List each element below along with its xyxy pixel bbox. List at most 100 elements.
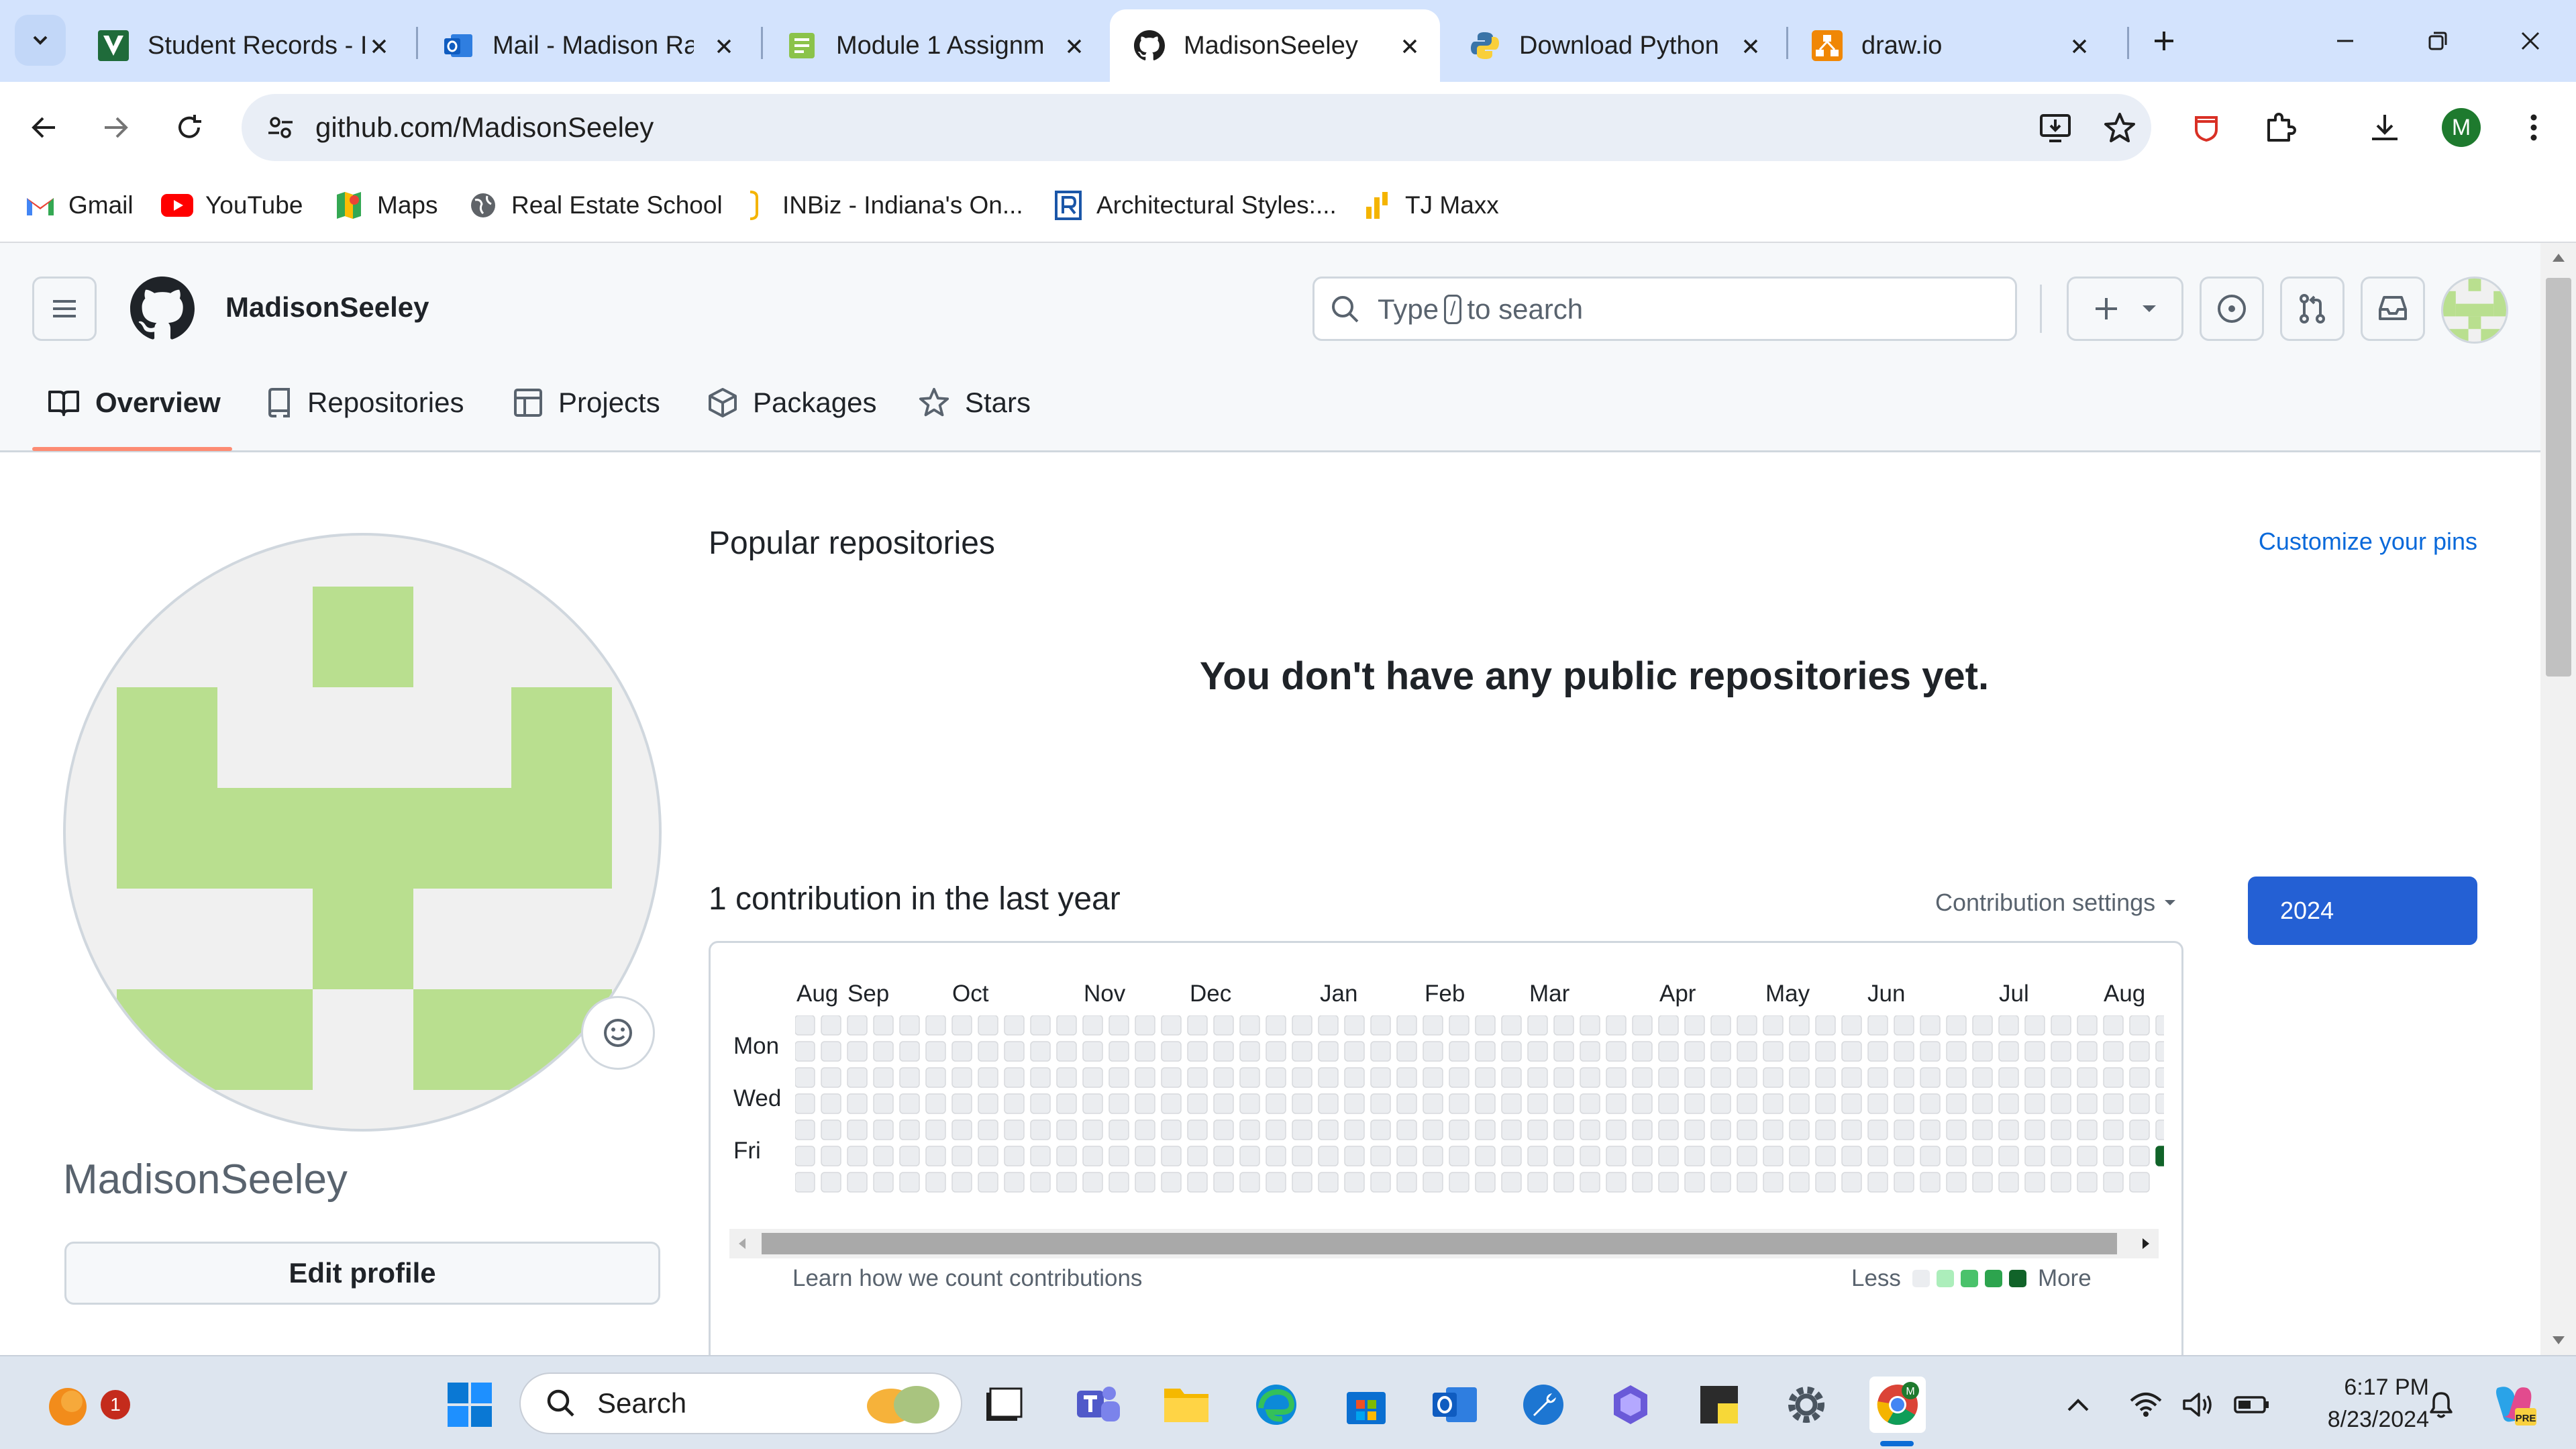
- contribution-day[interactable]: [1841, 1067, 1862, 1088]
- contribution-day[interactable]: [1449, 1067, 1470, 1088]
- contribution-day[interactable]: [1318, 1041, 1339, 1062]
- contribution-day[interactable]: [1109, 1015, 1129, 1036]
- contribution-day[interactable]: [1239, 1015, 1260, 1036]
- contribution-day[interactable]: [899, 1146, 920, 1166]
- contribution-day[interactable]: [1187, 1015, 1208, 1036]
- sticky-notes-button[interactable]: [1691, 1377, 1747, 1433]
- set-status-button[interactable]: [581, 996, 655, 1070]
- contribution-day[interactable]: [1501, 1093, 1522, 1114]
- contribution-day[interactable]: [1920, 1041, 1941, 1062]
- nav-tab-stars[interactable]: Stars: [918, 376, 1031, 430]
- contribution-day[interactable]: [1527, 1041, 1548, 1062]
- contribution-day[interactable]: [1658, 1015, 1679, 1036]
- contribution-day[interactable]: [1815, 1015, 1836, 1036]
- contribution-day[interactable]: [1553, 1119, 1574, 1140]
- contribution-day[interactable]: [1161, 1119, 1182, 1140]
- contribution-day[interactable]: [1292, 1015, 1312, 1036]
- contribution-day[interactable]: [1815, 1041, 1836, 1062]
- contribution-day[interactable]: [899, 1119, 920, 1140]
- contribution-day[interactable]: [1004, 1146, 1025, 1166]
- contribution-day[interactable]: [951, 1146, 972, 1166]
- contribution-day[interactable]: [1894, 1119, 1914, 1140]
- contribution-day[interactable]: [1527, 1119, 1548, 1140]
- close-icon[interactable]: [1739, 35, 1762, 58]
- contribution-day[interactable]: [1894, 1067, 1914, 1088]
- contribution-day[interactable]: [1056, 1172, 1077, 1193]
- contribution-day[interactable]: [1449, 1093, 1470, 1114]
- contribution-day[interactable]: [1004, 1119, 1025, 1140]
- contribution-day[interactable]: [2129, 1119, 2150, 1140]
- minimize-button[interactable]: [2322, 17, 2369, 64]
- contribution-day[interactable]: [1135, 1146, 1155, 1166]
- remote-tool-button[interactable]: [1515, 1377, 1572, 1433]
- close-icon[interactable]: [368, 35, 391, 58]
- contribution-day[interactable]: [1684, 1172, 1705, 1193]
- contribution-day[interactable]: [1292, 1172, 1312, 1193]
- contribution-day[interactable]: [1606, 1067, 1627, 1088]
- contribution-day[interactable]: [2155, 1067, 2164, 1088]
- contribution-day[interactable]: [925, 1067, 946, 1088]
- contribution-day[interactable]: [1501, 1119, 1522, 1140]
- copilot-app-button[interactable]: [1602, 1377, 1659, 1433]
- scrollbar-thumb[interactable]: [2546, 278, 2571, 677]
- tab-module-assignment[interactable]: Module 1 Assignm: [762, 9, 1104, 82]
- github-logo-icon[interactable]: [130, 277, 195, 341]
- contribution-day[interactable]: [1867, 1041, 1888, 1062]
- contribution-day[interactable]: [978, 1093, 998, 1114]
- contribution-day[interactable]: [795, 1119, 815, 1140]
- contribution-day[interactable]: [2155, 1041, 2164, 1062]
- contribution-day[interactable]: [847, 1093, 868, 1114]
- contribution-day[interactable]: [1056, 1146, 1077, 1166]
- nav-tab-packages[interactable]: Packages: [707, 376, 876, 430]
- contribution-day[interactable]: [1658, 1041, 1679, 1062]
- contribution-day[interactable]: [1789, 1067, 1810, 1088]
- contribution-day[interactable]: [1920, 1146, 1941, 1166]
- contribution-day[interactable]: [2155, 1015, 2164, 1036]
- contribution-day[interactable]: [1318, 1067, 1339, 1088]
- contribution-day[interactable]: [1370, 1041, 1391, 1062]
- contribution-day[interactable]: [1475, 1172, 1496, 1193]
- contribution-day[interactable]: [1266, 1172, 1286, 1193]
- contribution-day[interactable]: [1109, 1119, 1129, 1140]
- contribution-day[interactable]: [1370, 1093, 1391, 1114]
- contribution-day[interactable]: [1135, 1093, 1155, 1114]
- contribution-day[interactable]: [1841, 1093, 1862, 1114]
- contribution-day[interactable]: [1344, 1093, 1365, 1114]
- contribution-day[interactable]: [1082, 1041, 1103, 1062]
- contribution-day[interactable]: [1292, 1041, 1312, 1062]
- contribution-day[interactable]: [1082, 1119, 1103, 1140]
- contribution-day[interactable]: [873, 1015, 894, 1036]
- contribution-day[interactable]: [1737, 1093, 1757, 1114]
- nav-tab-overview[interactable]: Overview: [47, 376, 221, 430]
- contribution-day[interactable]: [1344, 1119, 1365, 1140]
- header-username-link[interactable]: MadisonSeeley: [225, 291, 429, 323]
- contribution-day[interactable]: [1056, 1067, 1077, 1088]
- contribution-day[interactable]: [1370, 1119, 1391, 1140]
- contribution-day[interactable]: [1292, 1093, 1312, 1114]
- contribution-day[interactable]: [1030, 1146, 1051, 1166]
- contribution-day[interactable]: [1030, 1172, 1051, 1193]
- contribution-day[interactable]: [847, 1041, 868, 1062]
- contribution-day[interactable]: [1239, 1172, 1260, 1193]
- nav-tab-projects[interactable]: Projects: [513, 376, 660, 430]
- nav-tab-repositories[interactable]: Repositories: [266, 376, 464, 430]
- contribution-day[interactable]: [978, 1119, 998, 1140]
- contribution-day[interactable]: [1920, 1067, 1941, 1088]
- contribution-day[interactable]: [1266, 1093, 1286, 1114]
- contribution-day[interactable]: [1082, 1172, 1103, 1193]
- contribution-day[interactable]: [1998, 1172, 2019, 1193]
- contribution-day[interactable]: [1239, 1093, 1260, 1114]
- contribution-day[interactable]: [1004, 1015, 1025, 1036]
- contribution-day[interactable]: [1998, 1146, 2019, 1166]
- contribution-day[interactable]: [795, 1093, 815, 1114]
- contribution-day[interactable]: [1501, 1067, 1522, 1088]
- contribution-day[interactable]: [1737, 1146, 1757, 1166]
- contribution-day[interactable]: [1553, 1093, 1574, 1114]
- contribution-day[interactable]: [1684, 1119, 1705, 1140]
- contribution-day[interactable]: [1030, 1093, 1051, 1114]
- contribution-day[interactable]: [2051, 1146, 2071, 1166]
- bookmark-inbiz[interactable]: INBiz - Indiana's On...: [738, 187, 1023, 224]
- contribution-day[interactable]: [1920, 1119, 1941, 1140]
- contribution-day[interactable]: [1684, 1041, 1705, 1062]
- contribution-day[interactable]: [1972, 1041, 1993, 1062]
